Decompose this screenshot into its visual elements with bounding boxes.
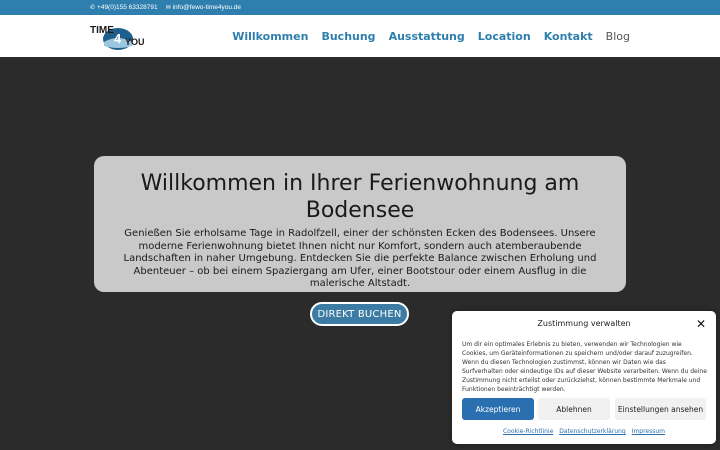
phone-number[interactable]: +49(0)155 63328791 <box>97 4 158 11</box>
consent-text: Um dir ein optimales Erlebnis zu bieten,… <box>462 341 707 393</box>
close-icon[interactable]: ✕ <box>696 317 706 331</box>
accept-button[interactable]: Akzeptieren <box>462 398 534 420</box>
nav-ausstattung[interactable]: Ausstattung <box>389 30 465 43</box>
consent-title: Zustimmung verwalten <box>537 319 631 328</box>
hero-description: Genießen Sie erholsame Tage in Radolfzel… <box>123 228 597 289</box>
phone-contact[interactable]: ✆ +49(0)155 63328791 <box>90 4 158 11</box>
nav-buchung[interactable]: Buchung <box>321 30 375 43</box>
email-address[interactable]: info@fewo-time4you.de <box>173 4 241 11</box>
hero-title: Willkommen in Ihrer Ferienwohnung am Bod… <box>140 171 580 223</box>
site-logo[interactable]: TIME 4 YOU <box>90 20 146 52</box>
email-contact[interactable]: ✉ info@fewo-time4you.de <box>166 4 241 11</box>
deny-button[interactable]: Ablehnen <box>538 398 610 420</box>
site-header: TIME 4 YOU Willkommen Buchung Ausstattun… <box>0 15 720 57</box>
envelope-icon: ✉ <box>165 5 171 11</box>
imprint-link[interactable]: Impressum <box>632 428 665 435</box>
logo-text-time: TIME <box>90 25 114 36</box>
logo-text-you: YOU <box>125 37 145 47</box>
consent-links: Cookie-Richtlinie Datenschutzerklärung I… <box>452 428 716 435</box>
cookie-policy-link[interactable]: Cookie-Richtlinie <box>503 428 553 435</box>
cookie-consent-dialog: Zustimmung verwalten ✕ Um dir ein optima… <box>452 311 716 444</box>
nav-blog[interactable]: Blog <box>606 30 630 43</box>
phone-icon: ✆ <box>90 5 96 11</box>
top-contact-bar: ✆ +49(0)155 63328791 ✉ info@fewo-time4yo… <box>0 0 720 15</box>
nav-kontakt[interactable]: Kontakt <box>544 30 593 43</box>
privacy-policy-link[interactable]: Datenschutzerklärung <box>559 428 626 435</box>
view-settings-button[interactable]: Einstellungen ansehen <box>615 398 706 420</box>
main-nav: Willkommen Buchung Ausstattung Location … <box>219 15 630 57</box>
nav-willkommen[interactable]: Willkommen <box>232 30 308 43</box>
logo-text-four: 4 <box>114 31 122 46</box>
hero-card: Willkommen in Ihrer Ferienwohnung am Bod… <box>94 156 626 292</box>
nav-location[interactable]: Location <box>478 30 531 43</box>
book-now-button[interactable]: DIREKT BUCHEN <box>310 302 409 326</box>
